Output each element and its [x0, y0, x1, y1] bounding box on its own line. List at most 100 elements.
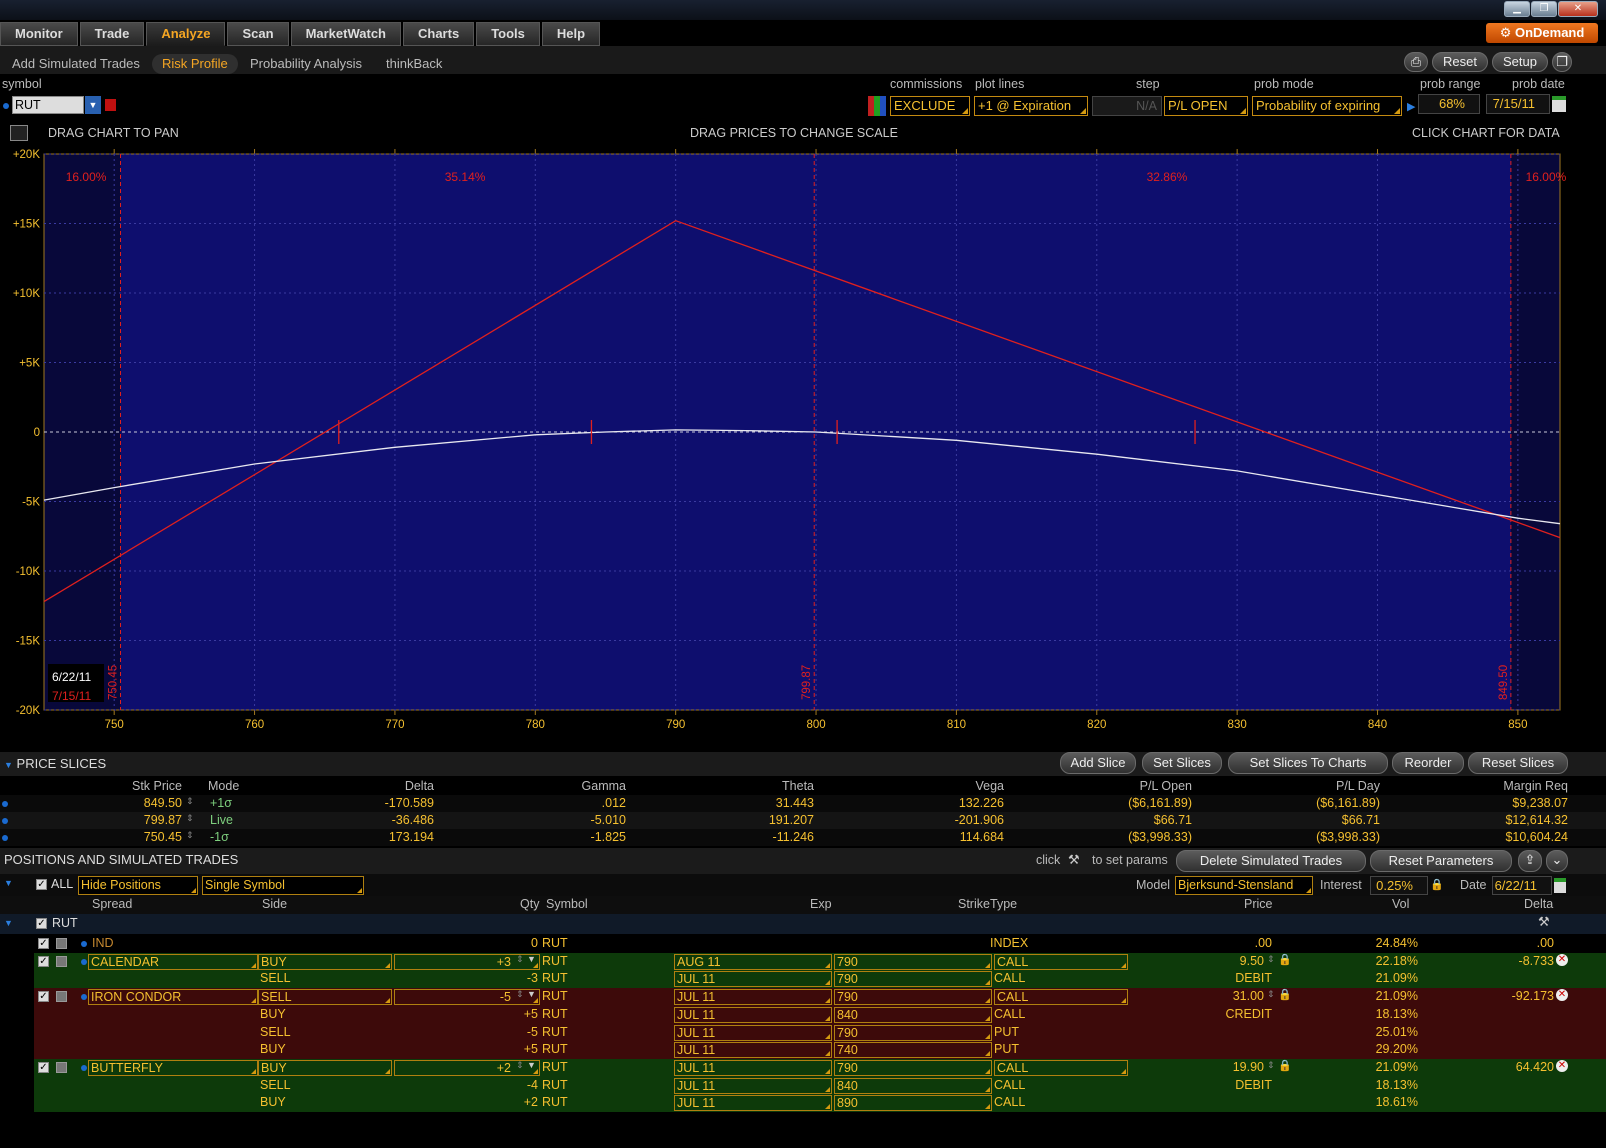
tab-scan[interactable]: Scan	[227, 22, 289, 46]
all-checkbox[interactable]: ✓	[36, 879, 47, 890]
type-select[interactable]: CALL	[994, 1095, 1128, 1109]
print-icon[interactable]: ⎙	[1404, 52, 1428, 72]
position-row[interactable]: ✓ CALENDAR BUY +3 ⇕ ▼ RUT AUG 11 790 CALL 9.50 ⇕ 🔒 22…	[34, 952, 1606, 971]
position-row[interactable]: SELL -3 RUT JUL 11 790 CALL DEBIT 21.09%	[34, 970, 1606, 989]
tab-marketwatch[interactable]: MarketWatch	[290, 22, 401, 46]
strike-select[interactable]: 840	[834, 1006, 992, 1023]
row-dot-icon[interactable]	[81, 941, 87, 947]
group-wrench-icon[interactable]: ⚒	[1538, 914, 1550, 930]
exp-select[interactable]: JUL 11	[674, 1006, 832, 1023]
alert-flag-icon[interactable]	[105, 99, 116, 111]
tab-charts[interactable]: Charts	[403, 22, 475, 46]
position-row[interactable]: BUY +2 RUT JUL 11 890 CALL 18.61%	[34, 1094, 1606, 1113]
exp-select[interactable]: JUL 11	[674, 971, 832, 988]
type-select[interactable]: CALL	[994, 1007, 1128, 1021]
price-lock-icon[interactable]: 🔒	[1278, 988, 1292, 1001]
calendar-icon[interactable]	[1552, 96, 1566, 112]
price-slice-row[interactable]: 750.45 -1σ 173.194 -1.825 -11.246 114.684 ($3,…	[0, 829, 1606, 846]
group-checkbox[interactable]: ✓	[36, 918, 47, 929]
position-row[interactable]: ✓ BUTTERFLY BUY +2 ⇕ ▼ RUT JUL 11 790 CALL 19.90 ⇕ 🔒…	[34, 1058, 1606, 1077]
qty-dropdown-icon[interactable]: ▼	[527, 954, 536, 964]
remove-icon[interactable]: ✕	[1556, 953, 1568, 966]
type-select[interactable]: PUT	[994, 1042, 1128, 1056]
restore-icon[interactable]: ❐	[1531, 1, 1557, 17]
row-checkbox[interactable]: ✓	[38, 955, 49, 967]
slice-dot-icon[interactable]	[2, 835, 8, 841]
position-row[interactable]: ✓ IND 0 RUT INDEX .00 24.84% .00	[34, 935, 1606, 953]
reorder-button[interactable]: Reorder	[1392, 752, 1464, 774]
price-lock-icon[interactable]: 🔒	[1278, 1059, 1292, 1072]
strike-select[interactable]: 790	[834, 971, 992, 988]
reset-button[interactable]: Reset	[1432, 52, 1488, 72]
tab-trade[interactable]: Trade	[79, 22, 145, 46]
prob-mode-select[interactable]: Probability of expiring	[1252, 96, 1402, 116]
position-row[interactable]: SELL -5 RUT JUL 11 790 PUT 25.01%	[34, 1023, 1606, 1042]
exp-select[interactable]: JUL 11	[674, 1077, 832, 1094]
subtab-thinkback[interactable]: thinkBack	[386, 54, 442, 74]
interest-input[interactable]: 0.25%	[1370, 876, 1428, 895]
position-row[interactable]: SELL -4 RUT JUL 11 840 CALL DEBIT 18.13%	[34, 1076, 1606, 1095]
subtab-probability-analysis[interactable]: Probability Analysis	[250, 54, 362, 74]
price-cell[interactable]: 19.90	[1174, 1060, 1264, 1074]
ps-cell[interactable]: 849.50	[110, 796, 182, 810]
qty-dropdown-icon[interactable]: ▼	[527, 1060, 536, 1070]
price-cell[interactable]: 31.00	[1174, 989, 1264, 1003]
row-square-icon[interactable]	[56, 955, 67, 967]
side-select[interactable]: SELL	[258, 989, 392, 1006]
minimize-icon[interactable]: ▁	[1504, 1, 1530, 17]
strike-select[interactable]: 790	[834, 989, 992, 1006]
spread-select[interactable]: CALENDAR	[88, 953, 258, 970]
type-select[interactable]: CALL	[994, 971, 1128, 985]
type-select[interactable]: CALL	[994, 1078, 1128, 1092]
spread-select[interactable]: BUTTERFLY	[88, 1059, 258, 1076]
position-row[interactable]: BUY +5 RUT JUL 11 740 PUT 29.20%	[34, 1041, 1606, 1060]
color-grid-icon[interactable]	[868, 96, 886, 116]
symbol-link-dot[interactable]	[3, 103, 9, 109]
tab-tools[interactable]: Tools	[476, 22, 540, 46]
price-cell[interactable]: .00	[1174, 936, 1272, 950]
qty-stepper-icon[interactable]: ⇕	[516, 1060, 524, 1071]
single-symbol-select[interactable]: Single Symbol	[202, 876, 364, 895]
position-row[interactable]: ✓ IRON CONDOR SELL -5 ⇕ ▼ RUT JUL 11 790 CALL 31.0…	[34, 988, 1606, 1007]
side-select[interactable]: BUY	[258, 953, 392, 970]
slice-dot-icon[interactable]	[2, 801, 8, 807]
side-select[interactable]: BUY	[258, 1059, 392, 1076]
tab-help[interactable]: Help	[541, 22, 601, 46]
row-dot-icon[interactable]	[81, 1064, 87, 1071]
row-square-icon[interactable]	[56, 991, 67, 1003]
type-select[interactable]: PUT	[994, 1025, 1128, 1039]
type-select[interactable]: CALL	[994, 953, 1128, 970]
delete-simulated-trades-button[interactable]: Delete Simulated Trades	[1176, 850, 1366, 872]
strike-select[interactable]: 790	[834, 1059, 992, 1076]
remove-icon[interactable]: ✕	[1556, 989, 1568, 1002]
row-checkbox[interactable]: ✓	[38, 938, 49, 949]
stepper-icon[interactable]: ⇕	[186, 796, 194, 807]
price-slice-row[interactable]: 849.50 +1σ -170.589 .012 31.443 132.226 ($6,16…	[0, 795, 1606, 812]
export-icon[interactable]: ⇪	[1518, 850, 1542, 872]
risk-profile-chart[interactable]: 750 760 770 780 790 800 810 820 830 840 850 +20K +15…	[0, 146, 1606, 746]
setup-button[interactable]: Setup	[1492, 52, 1548, 72]
prob-range-input[interactable]: 68%	[1418, 94, 1480, 114]
strike-select[interactable]: 790	[834, 953, 992, 970]
qty-dropdown-icon[interactable]: ▼	[527, 989, 536, 999]
exp-select[interactable]: AUG 11	[674, 953, 832, 970]
pl-mode-select[interactable]: P/L OPEN	[1164, 96, 1248, 116]
lock-icon[interactable]: 🔒	[1430, 878, 1444, 891]
exp-select[interactable]: JUL 11	[674, 1024, 832, 1041]
close-icon[interactable]: ✕	[1558, 1, 1598, 17]
symbol-input[interactable]: RUT	[12, 96, 84, 114]
row-square-icon[interactable]	[56, 938, 67, 949]
reset-slices-button[interactable]: Reset Slices	[1468, 752, 1568, 774]
reset-parameters-button[interactable]: Reset Parameters	[1370, 850, 1512, 872]
expand-arrow-icon[interactable]: ▶	[1407, 100, 1415, 113]
ps-cell[interactable]: 750.45	[110, 830, 182, 844]
subtab-risk-profile[interactable]: Risk Profile	[152, 54, 238, 74]
exp-select[interactable]: JUL 11	[674, 1042, 832, 1059]
stepper-icon[interactable]: ⇕	[186, 813, 194, 824]
chart-settings-icon[interactable]	[10, 125, 28, 141]
plot-lines-select[interactable]: +1 @ Expiration	[974, 96, 1088, 116]
subtab-add-simulated-trades[interactable]: Add Simulated Trades	[12, 54, 140, 74]
date-calendar-icon[interactable]	[1554, 878, 1566, 893]
stepper-icon[interactable]: ⇕	[186, 830, 194, 841]
price-lock-icon[interactable]: 🔒	[1278, 953, 1292, 966]
